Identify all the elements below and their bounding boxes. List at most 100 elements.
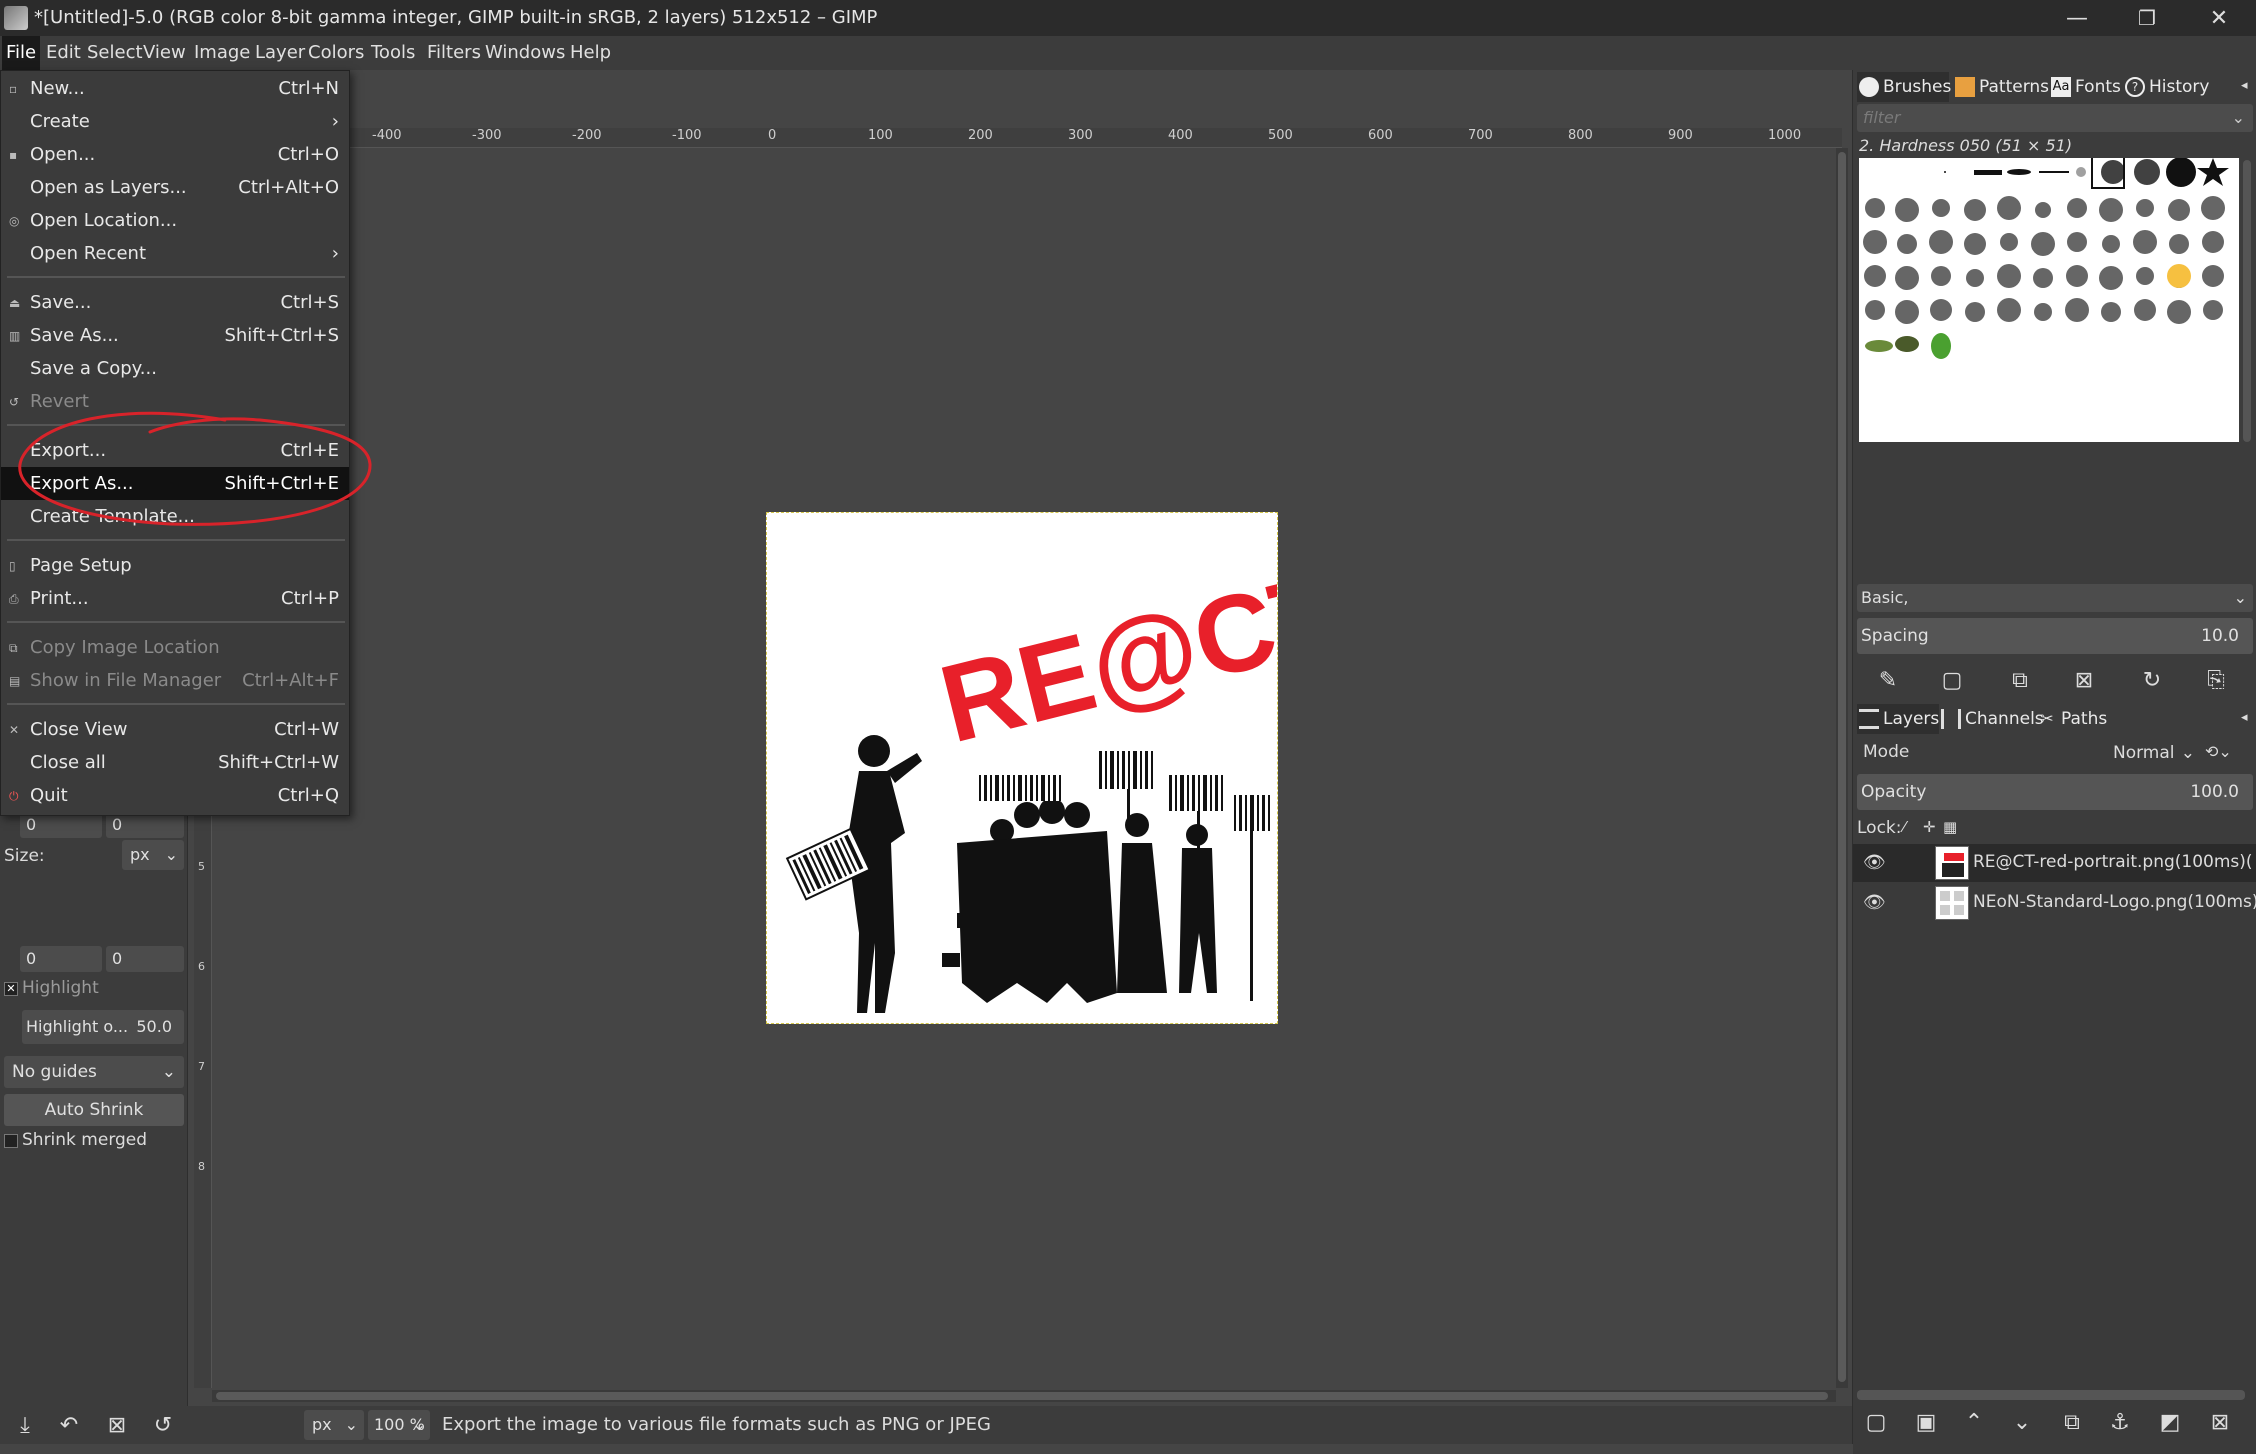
raise-layer-icon[interactable]: ⌃: [1957, 1406, 1991, 1438]
eye-icon[interactable]: 👁: [1863, 852, 1886, 873]
menuitem-save-copy[interactable]: Save a Copy...: [1, 352, 349, 385]
brush-grid[interactable]: [1859, 155, 2239, 442]
tab-channels[interactable]: Channels: [1939, 704, 2044, 734]
brush-scrollbar[interactable]: [2243, 160, 2251, 442]
menu-file[interactable]: File: [2, 36, 41, 70]
menuitem-export-as[interactable]: Export As... Shift+Ctrl+E: [1, 467, 349, 500]
composite-mode-icon[interactable]: ⟲⌄: [2205, 742, 2232, 761]
lower-layer-icon[interactable]: ⌄: [2005, 1406, 2039, 1438]
tool-options-footer: ⤓ ↶ ⊠ ↺: [0, 1406, 188, 1444]
opacity-slider[interactable]: Opacity 100.0: [1857, 774, 2253, 810]
image-canvas[interactable]: RE@CT: [766, 512, 1353, 1024]
delete-brush-icon[interactable]: ⊠: [2067, 664, 2101, 696]
tab-brushes[interactable]: Brushes: [1857, 72, 1951, 102]
menuitem-export[interactable]: Export... Ctrl+E: [1, 434, 349, 467]
lock-position-icon[interactable]: ✛: [1923, 818, 1936, 836]
mode-select[interactable]: Normal ⌄: [2113, 738, 2195, 768]
duplicate-layer-icon[interactable]: ⧉: [2055, 1406, 2089, 1438]
size-unit-select[interactable]: px ⌄: [122, 840, 184, 870]
tab-history[interactable]: ? History: [2123, 72, 2223, 102]
menuitem-create[interactable]: Create ›: [1, 105, 349, 138]
layer-row[interactable]: 👁 NEoN-Standard-Logo.png(100ms): [1853, 884, 2256, 922]
spacing-label: Spacing: [1861, 626, 1929, 646]
scroll-thumb[interactable]: [1838, 152, 1846, 1382]
new-brush-icon[interactable]: ▢: [1935, 664, 1969, 696]
vertical-scrollbar[interactable]: [1836, 148, 1848, 1388]
menuitem-quit[interactable]: ⏻ Quit Ctrl+Q: [1, 779, 349, 812]
menuitem-open[interactable]: ▪ Open... Ctrl+O: [1, 138, 349, 171]
layer-list[interactable]: 👁 RE@CT-red-portrait.png(100ms)(com 👁 NE…: [1853, 844, 2256, 1454]
layer-mask-icon[interactable]: ◩: [2153, 1406, 2187, 1438]
tab-layers[interactable]: Layers: [1857, 704, 1939, 734]
new-layer-icon[interactable]: ▢: [1859, 1406, 1893, 1438]
layer-list-hscrollbar[interactable]: [1857, 1390, 2245, 1400]
chevron-down-icon: ⌄: [344, 1415, 358, 1434]
duplicate-brush-icon[interactable]: ⧉: [2003, 664, 2037, 696]
minimize-button[interactable]: —: [2042, 0, 2112, 36]
edit-brush-icon[interactable]: ✎: [1871, 664, 1905, 696]
menuitem-save[interactable]: ⏏ Save... Ctrl+S: [1, 286, 349, 319]
menuitem-save-as[interactable]: ▥ Save As... Shift+Ctrl+S: [1, 319, 349, 352]
size-width-field[interactable]: 0: [20, 946, 102, 972]
menu-image[interactable]: Image: [190, 36, 254, 70]
lock-pixels-icon[interactable]: ⁄: [1903, 818, 1906, 836]
menuitem-open-recent[interactable]: Open Recent ›: [1, 237, 349, 270]
menu-edit[interactable]: Edit: [42, 36, 85, 70]
menu-tools[interactable]: Tools: [367, 36, 419, 70]
menuitem-open-as-layers[interactable]: Open as Layers... Ctrl+Alt+O: [1, 171, 349, 204]
scroll-thumb[interactable]: [216, 1392, 1828, 1400]
delete-layer-icon[interactable]: ⊠: [2203, 1406, 2237, 1438]
tab-patterns[interactable]: Patterns: [1953, 72, 2055, 102]
restore-tool-preset-icon[interactable]: ↶: [52, 1409, 86, 1441]
menu-filters[interactable]: Filters: [423, 36, 485, 70]
menu-colors[interactable]: Colors: [304, 36, 368, 70]
unit-select[interactable]: px ⌄: [304, 1410, 364, 1440]
menuitem-create-template[interactable]: Create Template...: [1, 500, 349, 533]
globe-icon: ◎: [9, 214, 20, 228]
brush-preset-value: Basic,: [1861, 588, 1909, 607]
horizontal-scrollbar[interactable]: [212, 1390, 1836, 1402]
menu-layer[interactable]: Layer: [251, 36, 309, 70]
highlight-opacity-slider[interactable]: Highlight o... 50.0: [22, 1010, 184, 1044]
zoom-select[interactable]: 100 % ⌄: [368, 1410, 430, 1440]
delete-tool-preset-icon[interactable]: ⊠: [100, 1409, 134, 1441]
layer-name[interactable]: NEoN-Standard-Logo.png(100ms): [1973, 892, 2256, 912]
menuitem-page-setup[interactable]: ▯ Page Setup: [1, 549, 349, 582]
lock-alpha-icon[interactable]: ▦: [1943, 818, 1957, 836]
highlight-checkbox[interactable]: ✕: [4, 982, 18, 996]
guides-select[interactable]: No guides ⌄: [4, 1056, 184, 1088]
menu-view[interactable]: View: [139, 36, 190, 70]
shrink-merged-checkbox[interactable]: [4, 1134, 18, 1148]
layer-name[interactable]: RE@CT-red-portrait.png(100ms)(com: [1973, 852, 2253, 872]
brush-filter-input[interactable]: filter ⌄: [1857, 104, 2253, 132]
spacing-slider[interactable]: Spacing 10.0: [1857, 618, 2253, 654]
eye-icon[interactable]: 👁: [1863, 892, 1886, 913]
dock-menu-icon[interactable]: ◂: [2241, 78, 2248, 93]
dock-menu-icon[interactable]: ◂: [2241, 710, 2248, 725]
horizontal-ruler[interactable]: -400 -300 -200 -100 0 100 200 300 400 50…: [212, 128, 1842, 148]
menuitem-open-location[interactable]: ◎ Open Location...: [1, 204, 349, 237]
menuitem-close-view[interactable]: ✕ Close View Ctrl+W: [1, 713, 349, 746]
brush-preset-select[interactable]: Basic, ⌄: [1857, 584, 2253, 612]
quit-icon: ⏻: [9, 789, 19, 803]
anchor-layer-icon[interactable]: ⚓: [2103, 1406, 2137, 1438]
open-brush-as-image-icon[interactable]: ⎘: [2199, 664, 2233, 696]
tab-paths[interactable]: ✂ Paths: [2035, 704, 2115, 734]
menu-select[interactable]: Select: [83, 36, 147, 70]
menu-windows[interactable]: Windows: [481, 36, 569, 70]
menuitem-close-all[interactable]: Close all Shift+Ctrl+W: [1, 746, 349, 779]
save-tool-preset-icon[interactable]: ⤓: [8, 1409, 42, 1441]
restore-button[interactable]: ❐: [2112, 0, 2182, 36]
new-layer-group-icon[interactable]: ▣: [1909, 1406, 1943, 1438]
new-file-icon: ▫: [9, 82, 18, 96]
menuitem-new[interactable]: ▫ New... Ctrl+N: [1, 72, 349, 105]
auto-shrink-button[interactable]: Auto Shrink: [4, 1094, 184, 1126]
layer-row[interactable]: 👁 RE@CT-red-portrait.png(100ms)(com: [1853, 844, 2256, 882]
ruler-tick: 5: [198, 860, 205, 873]
menu-help[interactable]: Help: [566, 36, 615, 70]
menuitem-print[interactable]: ⎙ Print... Ctrl+P: [1, 582, 349, 615]
size-height-field[interactable]: 0: [106, 946, 184, 972]
refresh-brushes-icon[interactable]: ↻: [2135, 664, 2169, 696]
close-window-button[interactable]: ✕: [2184, 0, 2254, 36]
reset-tool-options-icon[interactable]: ↺: [146, 1409, 180, 1441]
